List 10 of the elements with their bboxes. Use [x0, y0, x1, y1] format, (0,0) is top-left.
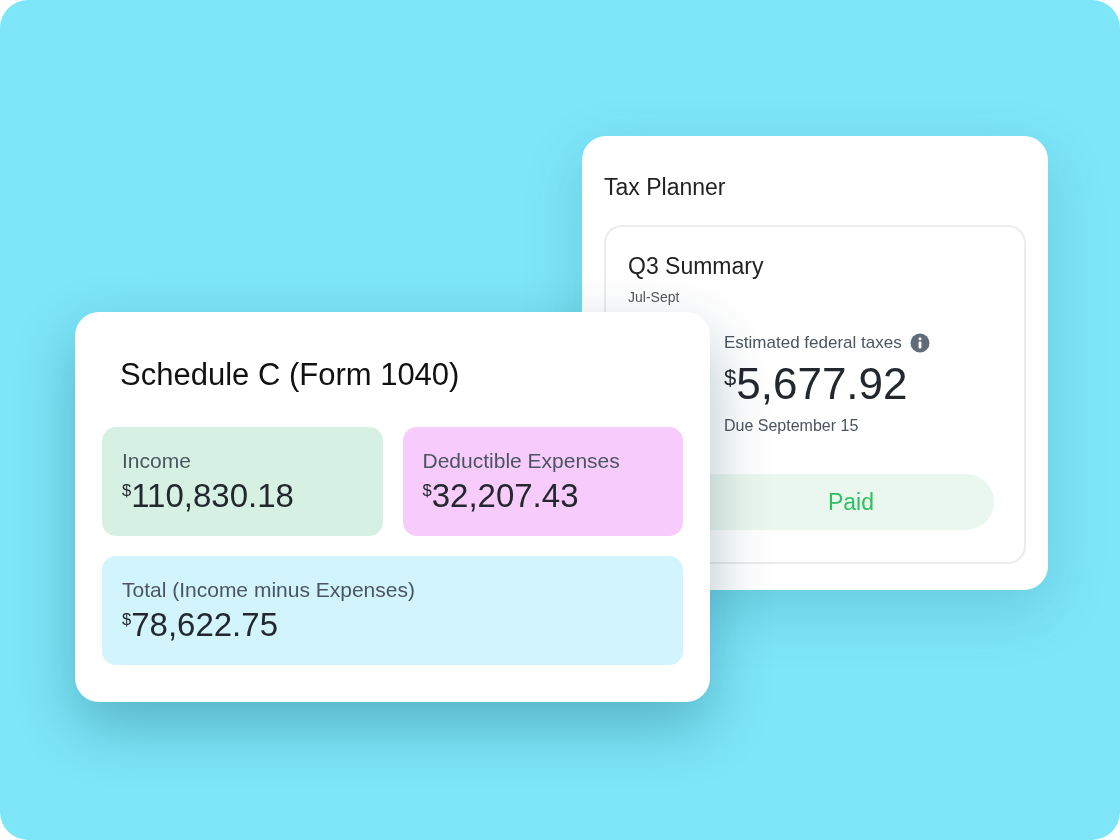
card-title: Tax Planner: [604, 173, 727, 202]
due-date: Due September 15: [724, 415, 860, 436]
info-icon[interactable]: [909, 332, 930, 353]
tile-label: Total (Income minus Expenses): [122, 576, 416, 603]
estimate-label: Estimated federal taxes: [724, 332, 902, 354]
tile-label: Deductible Expenses: [422, 447, 621, 474]
period-label: Jul-Sept: [628, 288, 681, 307]
tile-label: Income: [122, 447, 192, 474]
card-title: Schedule C (Form 1040): [120, 356, 461, 394]
summary-title: Q3 Summary: [628, 251, 765, 281]
